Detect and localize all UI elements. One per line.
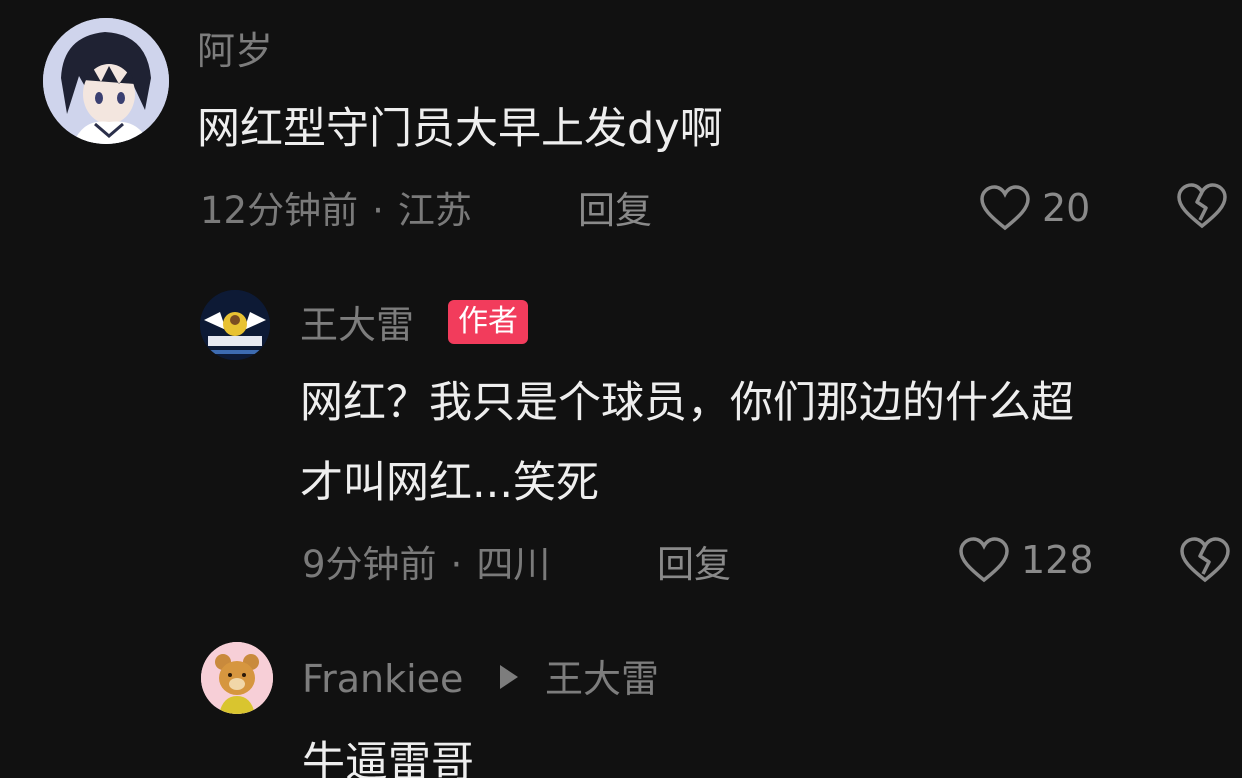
reply-arrow-icon	[500, 665, 518, 689]
heart-icon	[959, 537, 1009, 583]
dislike-button[interactable]	[1175, 182, 1229, 234]
reply-text-line2: 才叫网红...笑死	[300, 458, 600, 508]
user-avatar[interactable]	[201, 642, 273, 714]
bear-avatar-icon	[201, 642, 273, 714]
reply-item: 王大雷 作者 网红？我只是个球员，你们那边的什么超 才叫网红...笑死 9分钟前…	[0, 280, 1242, 610]
author-username[interactable]: 王大雷	[300, 306, 414, 344]
meta-separator: ·	[372, 189, 384, 232]
broken-heart-icon	[1177, 183, 1227, 229]
comment-time: 12分钟前	[200, 189, 359, 232]
like-button[interactable]: 128	[957, 536, 1094, 584]
reply-time: 9分钟前	[302, 543, 437, 586]
comment-text: 网红型守门员大早上发dy啊	[197, 104, 723, 154]
reply-button[interactable]: 回复	[657, 546, 731, 583]
reply-text-line1: 网红？我只是个球员，你们那边的什么超	[300, 378, 1074, 428]
anime-avatar-icon	[43, 18, 169, 144]
reply-item: Frankiee 王大雷 牛逼雷哥	[0, 630, 1242, 778]
comment-username[interactable]: Frankiee	[302, 660, 463, 698]
like-count: 20	[1042, 186, 1091, 230]
like-count: 128	[1021, 538, 1094, 582]
comment-section: 阿岁 网红型守门员大早上发dy啊 12分钟前 · 江苏 回复 20 王大雷 作者…	[0, 0, 1242, 778]
team-logo-icon	[200, 290, 270, 360]
comment-text: 牛逼雷哥	[302, 738, 474, 778]
reply-to-username[interactable]: 王大雷	[545, 660, 659, 698]
comment-location: 江苏	[397, 189, 472, 232]
like-button[interactable]: 20	[978, 184, 1090, 232]
meta-separator: ·	[450, 543, 463, 586]
comment-item: 阿岁 网红型守门员大早上发dy啊 12分钟前 · 江苏 回复 20	[0, 0, 1242, 250]
comment-username[interactable]: 阿岁	[197, 32, 273, 70]
broken-heart-icon	[1180, 537, 1230, 583]
comment-meta: 12分钟前 · 江苏	[200, 192, 472, 229]
reply-location: 四川	[476, 543, 551, 586]
user-avatar[interactable]	[43, 18, 169, 144]
dislike-button[interactable]	[1178, 536, 1232, 588]
reply-meta: 9分钟前 · 四川	[302, 546, 550, 583]
reply-button[interactable]: 回复	[578, 192, 652, 229]
heart-icon	[980, 185, 1030, 231]
author-avatar[interactable]	[200, 290, 270, 360]
author-badge: 作者	[448, 300, 528, 344]
